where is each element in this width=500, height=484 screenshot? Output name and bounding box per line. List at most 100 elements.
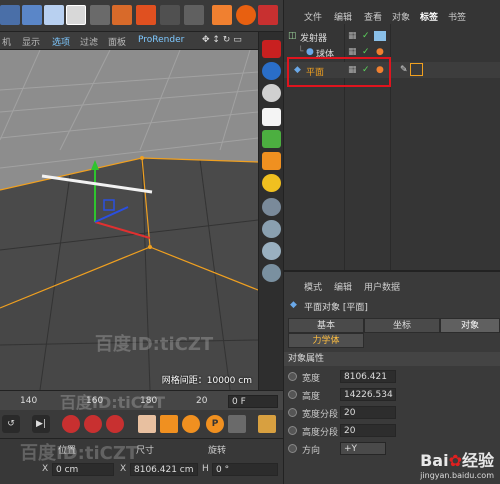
- om-menu-bookmark[interactable]: 书签: [448, 10, 466, 23]
- hierarchy-line-icon: └: [298, 47, 304, 57]
- frame-field[interactable]: 0 F: [228, 395, 278, 408]
- go-to-end-icon[interactable]: ▶|: [32, 415, 50, 433]
- camera-icon[interactable]: [44, 5, 64, 25]
- sun-light-icon[interactable]: [262, 174, 281, 192]
- coordinates-panel: 位置 尺寸 旋转 X 0 cm X 8106.421 cm H 0 ° 百度ID…: [0, 438, 283, 484]
- viewport-menu-options[interactable]: 选项: [52, 35, 70, 48]
- coordinates-icon[interactable]: [160, 5, 180, 25]
- viewport-menu-camera[interactable]: 机: [2, 35, 11, 48]
- environment-icon[interactable]: [262, 130, 281, 148]
- viewport-menu-filter[interactable]: 过滤: [80, 35, 98, 48]
- rotation-header: 旋转: [208, 446, 227, 456]
- baidu-logo-text: Bai: [420, 451, 449, 470]
- attribute-title: 平面对象 [平面]: [304, 303, 368, 313]
- 3d-viewport[interactable]: 网格间距：10000 cm 百度ID:tiCZT: [0, 50, 258, 390]
- orientation-select[interactable]: +Y: [340, 442, 386, 455]
- grid-spacing-label: 网格间距：10000 cm: [161, 376, 252, 386]
- om-menu-file[interactable]: 文件: [304, 10, 322, 23]
- prop-height-row: 高度 14226.534: [288, 388, 408, 402]
- size-x-label: X: [120, 464, 127, 474]
- tag-icon[interactable]: [112, 5, 132, 25]
- pos-x-label: X: [42, 464, 49, 474]
- watermark-text: 百度ID:tiCZT: [20, 443, 139, 464]
- rot-h-field[interactable]: 0 °: [212, 463, 278, 476]
- point-level-icon[interactable]: [228, 415, 246, 433]
- sphere-tool-icon[interactable]: [262, 198, 281, 216]
- mograph-icon[interactable]: [212, 5, 232, 25]
- phong-tag-icon[interactable]: ●: [376, 47, 384, 57]
- material-tag-icon[interactable]: [410, 63, 423, 76]
- sculpt-icon[interactable]: [236, 5, 256, 25]
- particle-icon[interactable]: [262, 264, 281, 282]
- record-icon[interactable]: [62, 415, 80, 433]
- viewport-menu-prorender[interactable]: ProRender: [138, 35, 184, 45]
- deformer-icon[interactable]: [90, 5, 110, 25]
- keyframe-icon[interactable]: [106, 415, 124, 433]
- om-menu-edit[interactable]: 编辑: [334, 10, 352, 23]
- render-view-icon[interactable]: [262, 40, 281, 58]
- size-x-field[interactable]: 8106.421 cm: [130, 463, 198, 476]
- tab-basic[interactable]: 基本: [288, 318, 364, 333]
- width-segments-field[interactable]: 20: [340, 406, 396, 419]
- am-menu-mode[interactable]: 模式: [304, 280, 322, 293]
- download-icon[interactable]: [258, 5, 278, 25]
- am-menu-edit[interactable]: 编辑: [334, 280, 352, 293]
- animate-dot-icon[interactable]: [288, 426, 297, 435]
- transport-bar: ↺ ▶| P: [0, 410, 283, 438]
- watermark-text: 百度ID:tiCZT: [95, 334, 214, 355]
- paw-icon: ✿: [448, 451, 462, 470]
- timeline-tick: 20: [196, 396, 208, 406]
- render-settings-icon[interactable]: [136, 5, 156, 25]
- timeline-window-icon[interactable]: [258, 415, 276, 433]
- tool-strip: [258, 32, 283, 390]
- visibility-icon[interactable]: ▦: [348, 47, 357, 57]
- paint-tag-icon[interactable]: ✎: [400, 65, 408, 75]
- om-menu-tag[interactable]: 标签: [420, 10, 438, 23]
- material-icon[interactable]: [262, 62, 281, 80]
- grid-icon[interactable]: [22, 5, 42, 25]
- timeline-ruler[interactable]: 140 160 180 20 0 F 百度ID:tiCZT: [0, 390, 283, 412]
- animate-dot-icon[interactable]: [288, 444, 297, 453]
- metaball-icon[interactable]: [262, 220, 281, 238]
- am-menu-userdata[interactable]: 用户数据: [364, 280, 400, 293]
- om-menu-view[interactable]: 查看: [364, 10, 382, 23]
- sky-icon[interactable]: [262, 84, 281, 102]
- tab-coordinates[interactable]: 坐标: [364, 318, 440, 333]
- axis-icon[interactable]: [184, 5, 204, 25]
- height-segments-field[interactable]: 20: [340, 424, 396, 437]
- scale-key-icon[interactable]: [160, 415, 178, 433]
- camera-tool-icon[interactable]: [262, 152, 281, 170]
- rotate-key-icon[interactable]: [182, 415, 200, 433]
- hair-icon[interactable]: [262, 242, 281, 260]
- object-row-emitter[interactable]: ◫ 发射器 ▦ ✓: [284, 28, 500, 44]
- tab-dynamics-body[interactable]: 力学体: [288, 333, 364, 348]
- height-field[interactable]: 14226.534: [340, 388, 396, 401]
- parameter-key-icon[interactable]: P: [206, 415, 224, 433]
- visibility-icon[interactable]: ▦: [348, 31, 357, 41]
- highlight-box: [287, 57, 391, 87]
- move-key-icon[interactable]: [138, 415, 156, 433]
- viewport-nav-icons[interactable]: ✥ ↕ ↻ ▭: [202, 35, 242, 45]
- viewport-menu-panel[interactable]: 面板: [108, 35, 126, 48]
- prop-orientation-row: 方向 +Y: [288, 442, 408, 456]
- render-region-icon[interactable]: [0, 5, 20, 25]
- tag-thumbnail-icon[interactable]: [374, 31, 386, 41]
- enabled-check-icon[interactable]: ✓: [362, 31, 370, 41]
- animate-dot-icon[interactable]: [288, 390, 297, 399]
- animate-dot-icon[interactable]: [288, 372, 297, 381]
- om-menu-object[interactable]: 对象: [392, 10, 410, 23]
- auto-key-icon[interactable]: [84, 415, 102, 433]
- animate-dot-icon[interactable]: [288, 408, 297, 417]
- floor-icon[interactable]: [262, 108, 281, 126]
- tab-object[interactable]: 对象: [440, 318, 500, 333]
- prop-width-row: 宽度 8106.421: [288, 370, 408, 384]
- width-field[interactable]: 8106.421: [340, 370, 396, 383]
- enabled-check-icon[interactable]: ✓: [362, 47, 370, 57]
- viewport-menu-display[interactable]: 显示: [22, 35, 40, 48]
- emitter-icon: ◫: [288, 31, 297, 41]
- main-toolbar: [0, 0, 283, 32]
- attribute-manager: 模式 编辑 用户数据 ◆ 平面对象 [平面] 基本 坐标 对象 力学体 对象属性…: [283, 270, 500, 484]
- loop-icon[interactable]: ↺: [2, 415, 20, 433]
- section-header: 对象属性: [284, 352, 500, 366]
- light-icon[interactable]: [66, 5, 86, 25]
